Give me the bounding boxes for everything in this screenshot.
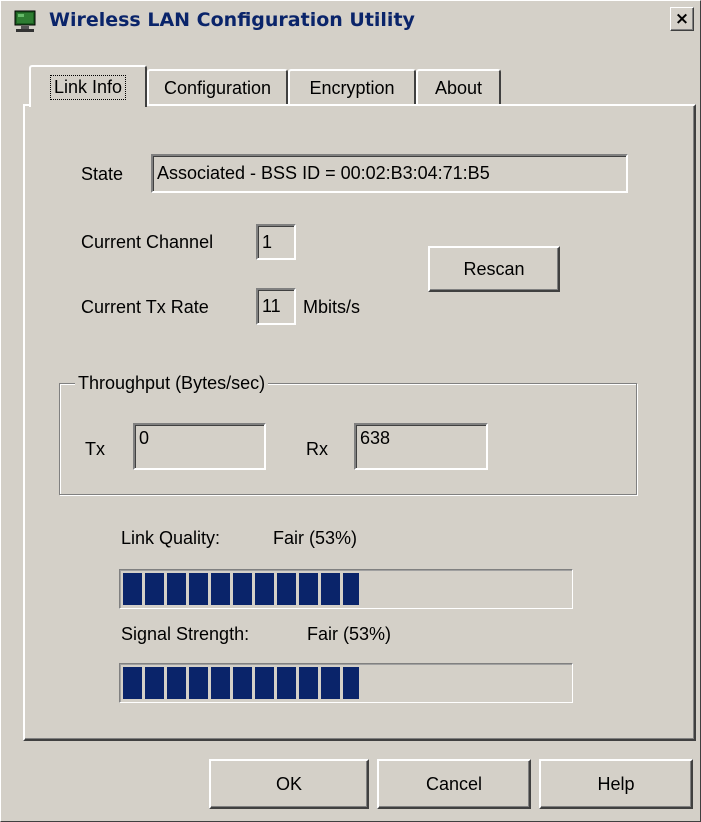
tx-rate-unit: Mbits/s bbox=[303, 297, 361, 317]
current-channel-field: 1 bbox=[256, 224, 296, 260]
rescan-button-label: Rescan bbox=[463, 258, 525, 279]
tab-configuration-label: Configuration bbox=[163, 77, 272, 98]
cancel-button-label: Cancel bbox=[425, 773, 483, 794]
progress-block bbox=[189, 667, 208, 699]
ok-button[interactable]: OK bbox=[209, 759, 369, 809]
progress-block bbox=[321, 573, 340, 605]
progress-block bbox=[233, 667, 252, 699]
tab-link-info[interactable]: Link Info bbox=[29, 65, 147, 107]
current-channel-label: Current Channel bbox=[81, 232, 214, 252]
link-quality-value: Fair (53%) bbox=[273, 528, 358, 548]
wlan-config-window: Wireless LAN Configuration Utility × Lin… bbox=[0, 0, 701, 822]
current-tx-rate-label: Current Tx Rate bbox=[81, 297, 209, 317]
help-button[interactable]: Help bbox=[539, 759, 693, 809]
signal-strength-value: Fair (53%) bbox=[307, 624, 392, 644]
progress-block bbox=[189, 573, 208, 605]
progress-block bbox=[145, 573, 164, 605]
progress-block bbox=[123, 667, 142, 699]
progress-block bbox=[343, 667, 359, 699]
progress-block bbox=[211, 667, 230, 699]
tab-link-info-label: Link Info bbox=[49, 74, 127, 100]
close-button[interactable]: × bbox=[670, 7, 694, 31]
progress-block bbox=[277, 573, 296, 605]
progress-block bbox=[255, 573, 274, 605]
link-quality-bar bbox=[119, 569, 573, 609]
tx-field: 0 bbox=[133, 423, 266, 470]
current-tx-rate-field: 11 bbox=[256, 288, 296, 325]
title-bar[interactable]: Wireless LAN Configuration Utility × bbox=[3, 3, 698, 37]
progress-block bbox=[233, 573, 252, 605]
tab-about-label: About bbox=[434, 77, 483, 98]
window-title: Wireless LAN Configuration Utility bbox=[49, 9, 415, 31]
progress-block bbox=[255, 667, 274, 699]
throughput-title: Throughput (Bytes/sec) bbox=[75, 373, 269, 394]
progress-block bbox=[321, 667, 340, 699]
network-computer-icon bbox=[14, 10, 36, 32]
tab-about[interactable]: About bbox=[416, 69, 501, 105]
state-field: Associated - BSS ID = 00:02:B3:04:71:B5 bbox=[151, 154, 628, 193]
state-label: State bbox=[81, 164, 124, 184]
link-quality-label: Link Quality: bbox=[121, 528, 221, 548]
progress-block bbox=[167, 667, 186, 699]
cancel-button[interactable]: Cancel bbox=[377, 759, 531, 809]
tx-label: Tx bbox=[85, 439, 105, 459]
signal-strength-label: Signal Strength: bbox=[121, 624, 250, 644]
tab-encryption-label: Encryption bbox=[309, 77, 395, 98]
signal-strength-bar bbox=[119, 663, 573, 703]
progress-block bbox=[299, 667, 318, 699]
ok-button-label: OK bbox=[275, 773, 302, 794]
link-quality-fill bbox=[123, 573, 359, 605]
progress-block bbox=[145, 667, 164, 699]
progress-block bbox=[277, 667, 296, 699]
rx-label: Rx bbox=[306, 439, 328, 459]
progress-block bbox=[299, 573, 318, 605]
rescan-button[interactable]: Rescan bbox=[428, 246, 560, 292]
help-button-label: Help bbox=[597, 773, 635, 794]
tab-configuration[interactable]: Configuration bbox=[147, 69, 288, 105]
rx-field: 638 bbox=[354, 423, 488, 470]
progress-block bbox=[123, 573, 142, 605]
progress-block bbox=[167, 573, 186, 605]
progress-block bbox=[343, 573, 359, 605]
signal-strength-fill bbox=[123, 667, 359, 699]
tab-encryption[interactable]: Encryption bbox=[288, 69, 416, 105]
progress-block bbox=[211, 573, 230, 605]
